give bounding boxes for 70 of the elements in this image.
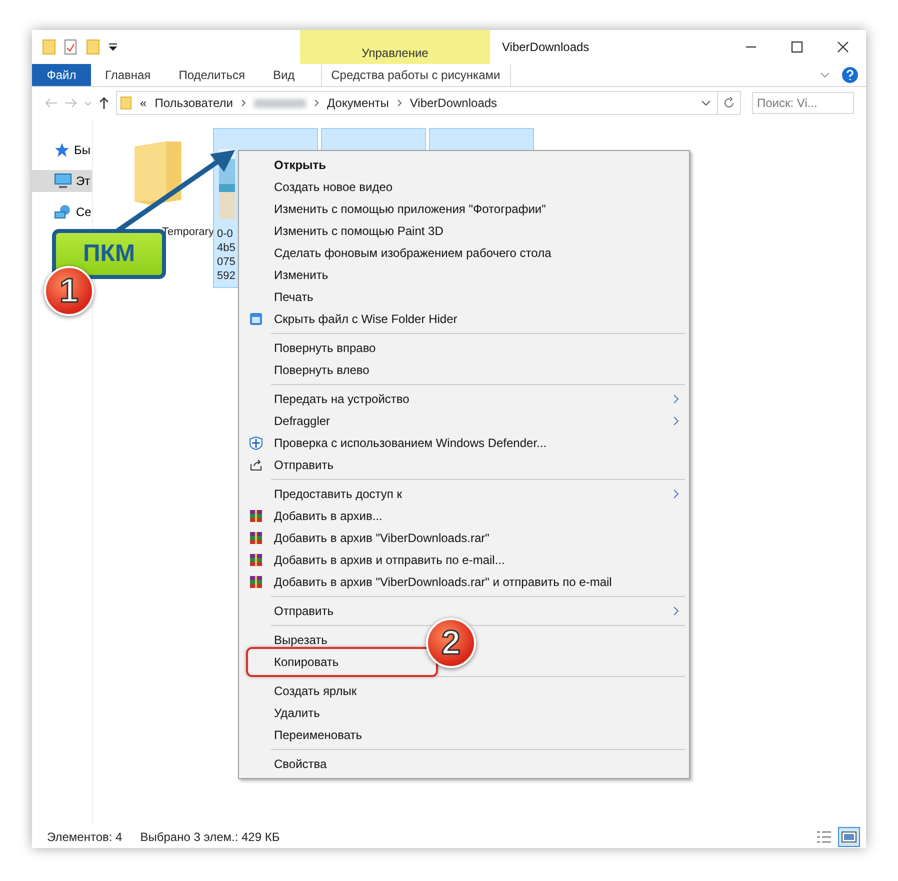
chevron-right-icon <box>396 99 402 107</box>
menu-item[interactable]: Добавить в архив и отправить по e-mail... <box>241 549 513 571</box>
refresh-icon <box>723 97 735 109</box>
menu-item[interactable]: Повернуть влево <box>241 359 378 381</box>
ribbon-tab[interactable]: Вид <box>258 64 309 86</box>
menu-item[interactable]: Создать ярлык <box>241 680 365 702</box>
menu-item[interactable]: Скрыть файл с Wise Folder Hider <box>241 308 466 330</box>
selection-info: Выбрано 3 элем.: 429 КБ <box>140 830 280 844</box>
menu-item[interactable]: Проверка с использованием Windows Defender... <box>241 432 555 454</box>
menu-item[interactable]: Изменить с помощью Paint 3D <box>241 220 452 242</box>
chevron-right-icon <box>241 99 246 107</box>
computer-icon <box>54 173 72 189</box>
ribbon-tab[interactable]: Файл <box>32 64 91 86</box>
blurred-name <box>254 98 306 108</box>
search-field[interactable]: Поиск: Vi... <box>752 92 854 114</box>
dropdown-icon[interactable] <box>108 42 118 52</box>
maximize-icon[interactable] <box>791 41 803 53</box>
menu-item[interactable]: Печать <box>241 286 322 308</box>
properties-icon <box>64 39 78 55</box>
menu-item[interactable]: Передать на устройство <box>241 388 687 410</box>
folder-icon <box>86 39 100 55</box>
menu-item[interactable]: Переименовать <box>241 724 370 746</box>
help-icon[interactable] <box>842 67 858 83</box>
sidebar-item[interactable]: Эт <box>32 170 92 192</box>
chevron-right-icon <box>314 99 320 107</box>
archive-icon <box>249 531 263 545</box>
menu-item[interactable]: Повернуть вправо <box>241 337 384 359</box>
menu-item[interactable]: Отправить <box>241 454 342 476</box>
ribbon-tab[interactable]: Главная <box>91 64 165 86</box>
sidebar-item[interactable]: Бы <box>32 139 92 161</box>
menu-item[interactable]: Изменить <box>241 264 336 286</box>
menu-item[interactable]: Копировать <box>241 651 347 673</box>
menu-item[interactable]: Добавить в архив "ViberDownloads.rar" <box>241 527 498 549</box>
menu-item[interactable]: Сделать фоновым изображением рабочего стола <box>241 242 560 264</box>
folder-icon <box>42 39 56 55</box>
archive-icon <box>249 553 263 567</box>
window-title: ViberDownloads <box>501 39 590 56</box>
context-tab-header[interactable]: Управление <box>300 30 490 64</box>
breadcrumb[interactable]: Пользователи <box>154 96 234 110</box>
file-name: 0-0 4b5 075 592 <box>216 227 236 283</box>
archive-icon <box>249 509 263 523</box>
breadcrumb[interactable]: Документы <box>327 96 389 110</box>
address-bar[interactable]: « Пользователи Документы ViberDownloads <box>116 91 718 115</box>
network-icon <box>54 204 72 220</box>
menu-item[interactable]: Добавить в архив... <box>241 505 390 527</box>
menu-item[interactable]: Удалить <box>241 702 328 724</box>
breadcrumb[interactable]: ViberDownloads <box>410 96 498 110</box>
sidebar-item[interactable]: Се <box>32 201 92 223</box>
archive-icon <box>249 575 263 589</box>
up-icon[interactable] <box>98 96 110 110</box>
menu-item[interactable]: Добавить в архив "ViberDownloads.rar" и отправить по e-mail <box>241 571 620 593</box>
menu-item[interactable]: Вырезать <box>241 629 336 651</box>
menu-item[interactable]: Создать новое видео <box>241 176 401 198</box>
windows-shield-icon <box>249 436 263 450</box>
share-icon <box>249 458 263 472</box>
folder-icon <box>120 96 132 110</box>
item-count: Элементов: 4 <box>47 830 122 844</box>
ribbon-tab[interactable]: Поделиться <box>164 64 259 86</box>
refresh-button[interactable] <box>717 91 741 115</box>
menu-item[interactable]: Defraggler <box>241 410 687 432</box>
menu-item[interactable]: Свойства <box>241 753 335 775</box>
breadcrumb-overflow[interactable]: « <box>140 96 147 110</box>
star-icon <box>54 142 70 158</box>
menu-item[interactable]: Открыть <box>241 154 334 176</box>
menu-item[interactable]: Предоставить доступ к <box>241 483 687 505</box>
large-icons-view-icon[interactable] <box>838 826 860 846</box>
close-icon[interactable] <box>837 41 849 53</box>
menu-item[interactable]: Изменить с помощью приложения "Фотографии" <box>241 198 554 220</box>
ribbon-tab[interactable]: Средства работы с рисунками <box>320 64 511 86</box>
chevron-down-icon[interactable] <box>701 100 711 106</box>
